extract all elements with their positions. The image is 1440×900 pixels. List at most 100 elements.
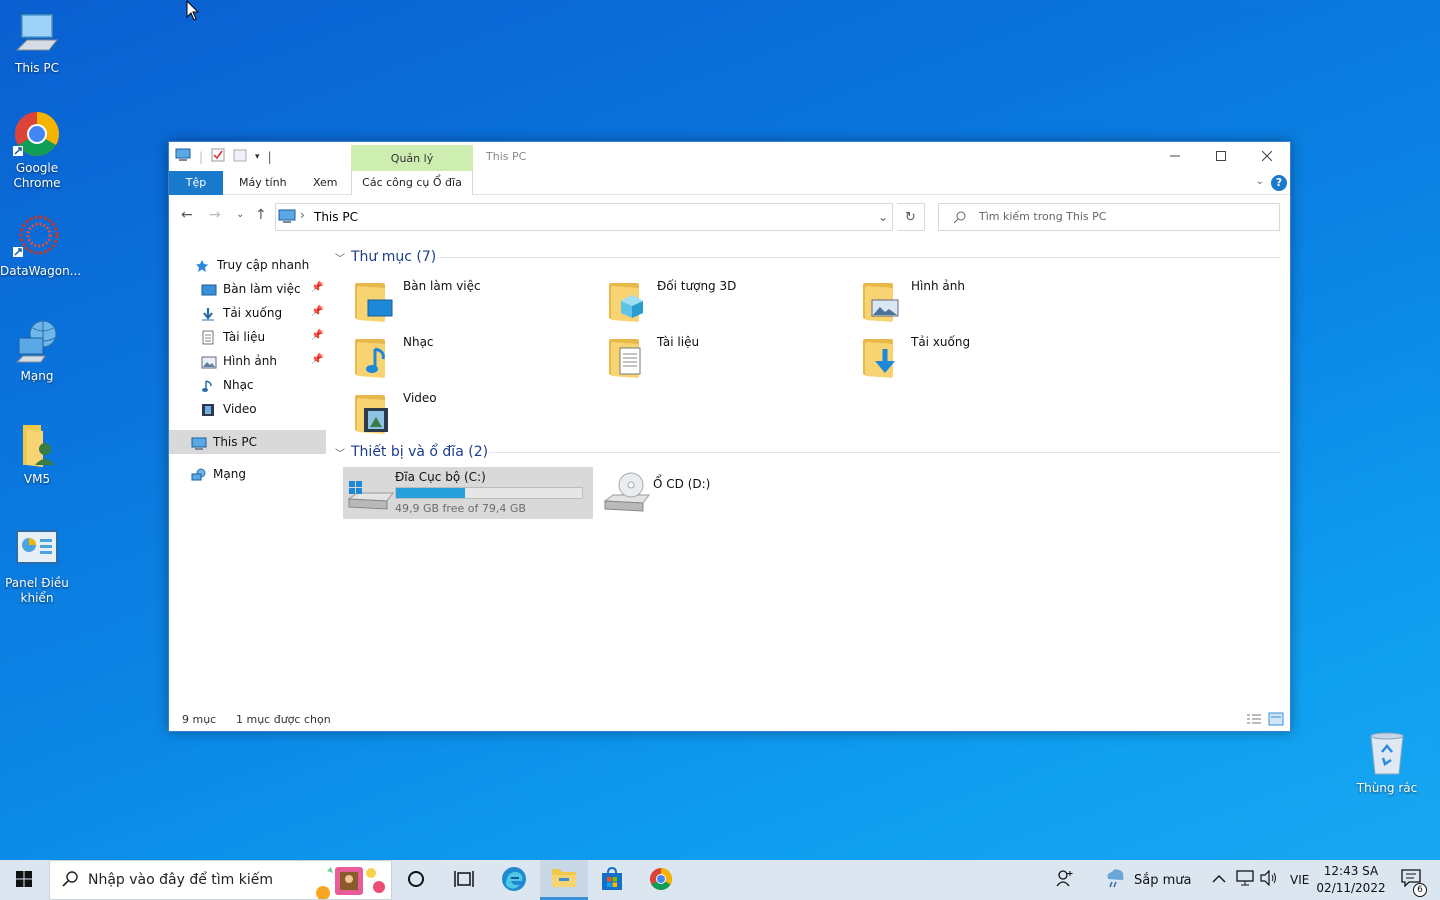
drive-name: Đĩa Cục bộ (C:) <box>395 470 486 484</box>
nav-this-pc[interactable]: This PC <box>191 431 257 453</box>
nav-quick-access[interactable]: Truy cập nhanh <box>195 254 309 276</box>
ribbon-tabs: Tệp Máy tính Xem Các công cụ Ổ đĩa ⌄ ? <box>169 171 1290 195</box>
chevron-down-icon[interactable]: ⌄ <box>878 210 888 224</box>
nav-item-desktop[interactable]: Bàn làm việc <box>201 278 301 300</box>
tab-file[interactable]: Tệp <box>169 171 223 195</box>
computer-icon <box>175 148 191 165</box>
folder-item-pictures[interactable]: Hình ảnh <box>859 277 1099 325</box>
folder-item-3d-objects[interactable]: Đối tượng 3D <box>605 277 845 325</box>
group-header-folders[interactable]: ﹀ Thư mục (7) <box>335 247 436 267</box>
breadcrumb-separator: › <box>300 208 305 222</box>
pictures-folder-icon <box>859 277 907 325</box>
window-title: This PC <box>486 150 527 163</box>
notification-icon: 6 <box>1401 869 1427 897</box>
pin-icon: 📌 <box>311 330 324 341</box>
group-divider <box>489 452 1281 453</box>
help-button[interactable]: ? <box>1271 175 1287 191</box>
tab-view[interactable]: Xem <box>313 171 338 195</box>
taskbar-file-explorer[interactable] <box>540 860 588 900</box>
new-folder-icon[interactable] <box>233 148 247 165</box>
network-tray-button[interactable] <box>1236 860 1254 900</box>
pictures-icon <box>201 354 217 369</box>
speaker-icon <box>1260 869 1278 890</box>
download-arrow-icon <box>201 306 217 321</box>
chevron-down-icon[interactable]: ▾ <box>255 152 260 162</box>
star-icon <box>195 258 211 272</box>
drive-free-space: 49,9 GB free of 79,4 GB <box>395 502 526 515</box>
start-button[interactable] <box>0 860 48 900</box>
drive-item-c[interactable]: Đĩa Cục bộ (C:) 49,9 GB free of 79,4 GB <box>343 467 593 519</box>
desktop-folder-icon <box>201 282 217 296</box>
search-icon <box>62 870 78 890</box>
search-highlight-icon[interactable] <box>313 863 389 900</box>
language-indicator[interactable]: VIE <box>1290 860 1309 900</box>
large-icons-view-icon[interactable] <box>1268 712 1284 729</box>
taskbar-store[interactable] <box>588 860 636 900</box>
desktop-icon-datawagon[interactable]: DataWagon... <box>0 213 81 279</box>
computer-icon <box>191 435 207 450</box>
folder-item-video[interactable]: Video <box>351 389 591 437</box>
taskbar-edge[interactable] <box>490 860 538 900</box>
refresh-button[interactable]: ↻ <box>897 203 925 231</box>
expand-ribbon-icon[interactable]: ⌄ <box>1256 176 1264 187</box>
clock[interactable]: 12:43 SA 02/11/2022 <box>1316 860 1385 900</box>
tab-computer[interactable]: Máy tính <box>239 171 287 195</box>
desktop-icon-vm5[interactable]: VM5 <box>0 421 74 487</box>
nav-item-music[interactable]: Nhạc <box>201 374 254 396</box>
up-arrow-icon[interactable]: ↑ <box>255 207 267 223</box>
folder-item-desktop[interactable]: Bàn làm việc <box>351 277 591 325</box>
desktop-icon-control-panel[interactable]: Panel Điều khiển <box>0 525 74 606</box>
desktop-icon-this-pc[interactable]: This PC <box>0 10 74 76</box>
forward-arrow-icon[interactable]: → <box>209 207 221 223</box>
volume-button[interactable] <box>1260 860 1278 900</box>
taskbar-search-input[interactable]: Nhập vào đây để tìm kiếm <box>49 860 392 900</box>
file-explorer-window: | ▾ | Quản lý This PC Tệp Máy tính Xem C… <box>168 141 1291 732</box>
desktop-icon-recycle-bin[interactable]: Thùng rác <box>1350 730 1424 796</box>
maximize-button[interactable] <box>1198 142 1244 171</box>
datawagon-icon <box>13 213 61 261</box>
store-bag-icon <box>600 866 624 894</box>
3d-objects-folder-icon <box>605 277 653 325</box>
drive-usage-fill <box>396 488 465 498</box>
chevron-down-icon: ﹀ <box>335 448 345 460</box>
nav-network[interactable]: Mạng <box>191 463 246 485</box>
weather-widget[interactable]: Sắp mưa <box>1104 860 1191 900</box>
tab-drive-tools[interactable]: Các công cụ Ổ đĩa <box>351 171 473 195</box>
address-bar[interactable]: › This PC ⌄ <box>275 203 893 231</box>
taskbar-chrome[interactable] <box>637 860 685 900</box>
details-view-icon[interactable] <box>1246 712 1262 729</box>
network-icon <box>191 467 207 481</box>
search-input[interactable]: Tìm kiếm trong This PC <box>938 203 1280 231</box>
desktop-icon-label: Panel Điều khiển <box>5 576 69 605</box>
close-icon <box>1261 150 1273 164</box>
task-view-button[interactable] <box>440 860 488 900</box>
folder-item-documents[interactable]: Tài liệu <box>605 333 845 381</box>
action-center-button[interactable]: 6 <box>1396 860 1427 900</box>
nav-item-documents[interactable]: Tài liệu <box>201 326 265 348</box>
item-count: 9 mục <box>182 713 217 726</box>
folder-item-downloads[interactable]: Tải xuống <box>859 333 1099 381</box>
people-button[interactable] <box>1056 860 1074 900</box>
drive-item-d[interactable]: Ổ CD (D:) <box>601 467 851 519</box>
minimize-button[interactable] <box>1152 142 1198 171</box>
cortana-button[interactable] <box>392 860 440 900</box>
tab-manage[interactable]: Quản lý <box>351 145 473 172</box>
properties-icon[interactable] <box>211 148 225 165</box>
document-icon <box>201 330 217 345</box>
nav-item-downloads[interactable]: Tải xuống <box>201 302 282 324</box>
back-arrow-icon[interactable]: ← <box>181 207 193 223</box>
recent-locations-icon[interactable]: ⌄ <box>236 209 244 220</box>
nav-item-video[interactable]: Video <box>201 398 257 420</box>
control-panel-icon <box>13 525 61 573</box>
close-button[interactable] <box>1244 142 1290 171</box>
desktop-icon-chrome[interactable]: Google Chrome <box>0 110 74 191</box>
desktop-icon-network[interactable]: Mạng <box>0 318 74 384</box>
breadcrumb-this-pc[interactable]: This PC <box>314 210 358 224</box>
nav-item-pictures[interactable]: Hình ảnh <box>201 350 277 372</box>
show-hidden-icons-button[interactable] <box>1212 860 1226 900</box>
hard-drive-icon <box>343 467 395 519</box>
group-header-devices[interactable]: ﹀ Thiết bị và ổ đĩa (2) <box>335 442 488 462</box>
search-icon <box>953 204 967 230</box>
clock-time: 12:43 SA <box>1323 864 1379 878</box>
folder-item-music[interactable]: Nhạc <box>351 333 591 381</box>
